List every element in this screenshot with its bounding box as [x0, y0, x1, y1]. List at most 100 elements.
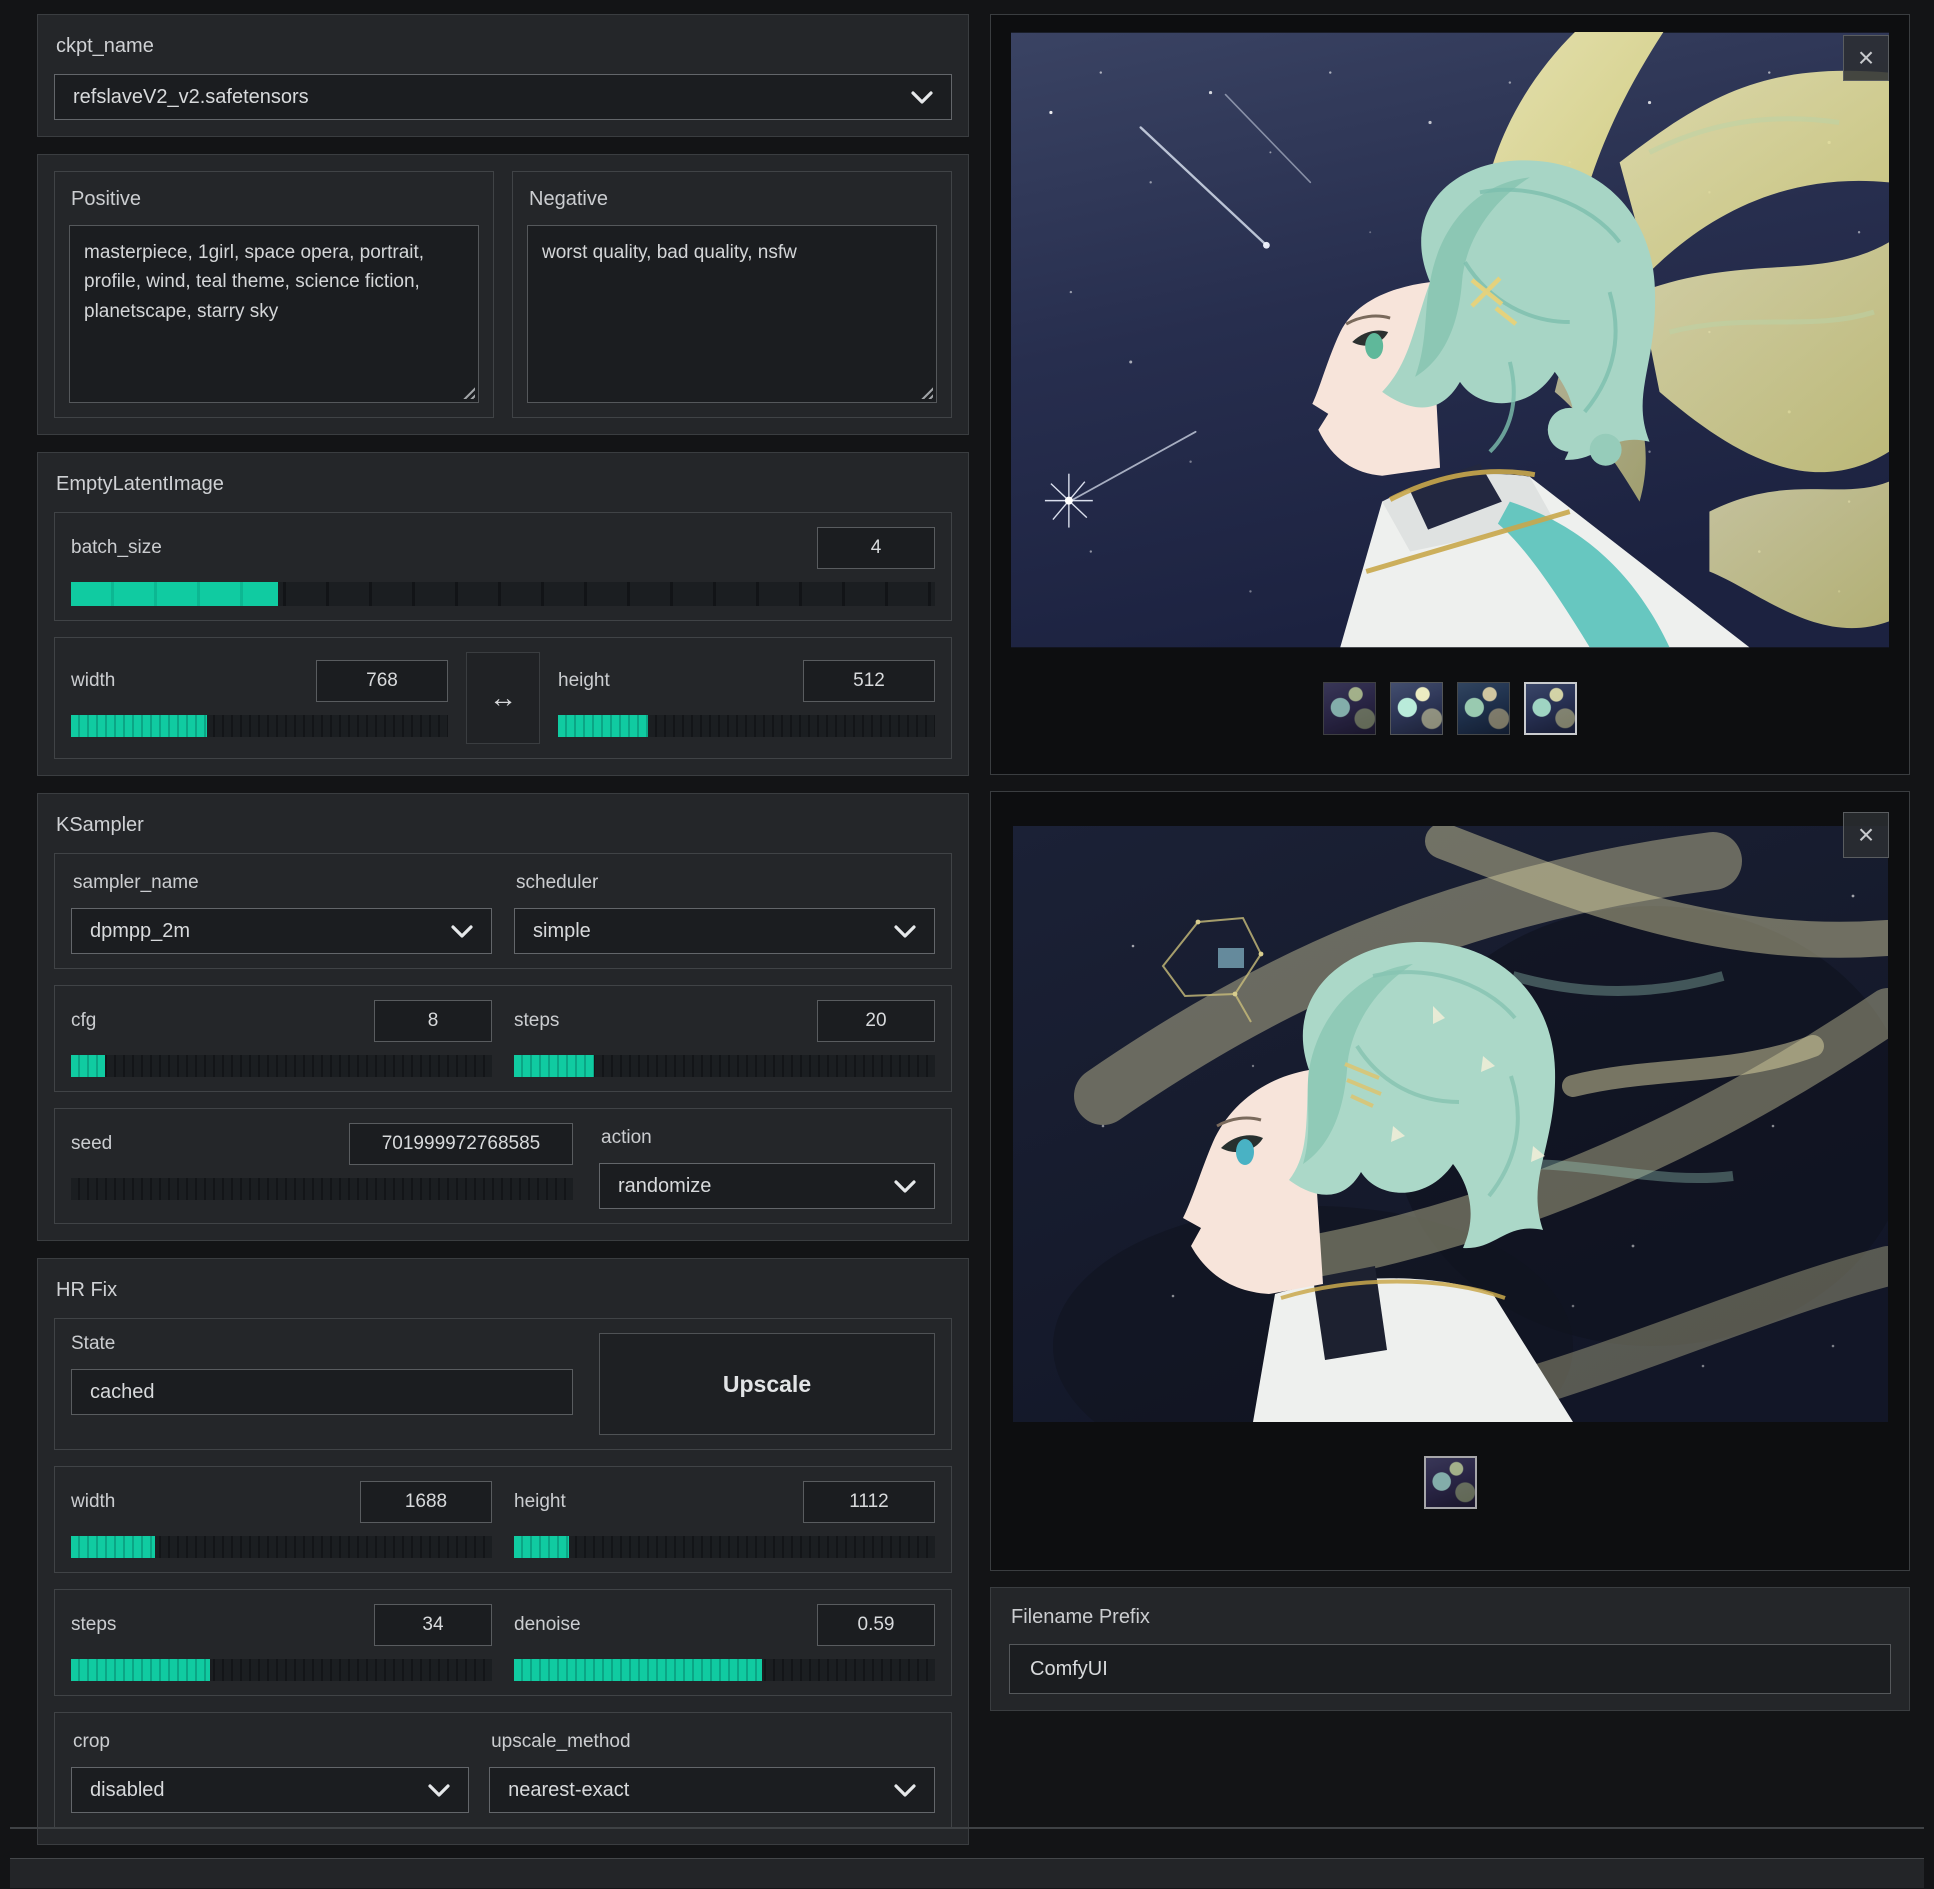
width-input[interactable]: 768: [316, 660, 448, 702]
slider-fill: [558, 715, 648, 737]
preview-image-starry-girl[interactable]: [1011, 32, 1889, 648]
batch-size-slider[interactable]: [71, 582, 935, 606]
hr-height-label: height: [514, 1491, 566, 1513]
section-title: EmptyLatentImage: [56, 473, 952, 496]
upscale-thumbnail-1-selected[interactable]: [1424, 1456, 1477, 1509]
sampler-name-select[interactable]: dpmpp_2m: [71, 908, 492, 954]
scheduler-select[interactable]: simple: [514, 908, 935, 954]
steps-input[interactable]: 20: [817, 1000, 935, 1042]
cfg-input[interactable]: 8: [374, 1000, 492, 1042]
state-label: State: [71, 1333, 115, 1354]
hr-steps-cell: steps 34: [71, 1604, 492, 1681]
filename-prefix-section: Filename Prefix ComfyUI: [990, 1587, 1910, 1711]
hr-width-cell: width 1688: [71, 1481, 492, 1558]
chevron-down-icon: [894, 925, 916, 938]
hr-steps-slider[interactable]: [71, 1659, 492, 1681]
sampler-col: sampler_name dpmpp_2m: [71, 868, 492, 954]
section-title: HR Fix: [56, 1279, 952, 1302]
preview-image-upscaled-girl[interactable]: [1013, 826, 1888, 1422]
cfg-steps-group: cfg 8 steps 20: [54, 985, 952, 1092]
height-input[interactable]: 512: [803, 660, 935, 702]
width-cell: width 768: [71, 660, 448, 737]
batch-thumbnail-4-selected[interactable]: [1524, 682, 1577, 735]
seed-slider[interactable]: [71, 1178, 573, 1200]
seed-action-group: seed 701999972768585 action randomize: [54, 1108, 952, 1224]
denoise-cell: denoise 0.59: [514, 1604, 935, 1681]
slider-fill: [514, 1659, 762, 1681]
positive-prompt-input[interactable]: masterpiece, 1girl, space opera, portrai…: [69, 225, 479, 403]
batch-thumbnail-2[interactable]: [1390, 682, 1443, 735]
steps-cell: steps 20: [514, 1000, 935, 1077]
dimensions-group: width 768 ↔ height 512: [54, 637, 952, 759]
denoise-slider[interactable]: [514, 1659, 935, 1681]
chevron-down-icon: [451, 925, 473, 938]
action-cell: action randomize: [599, 1123, 935, 1209]
filename-prefix-label: Filename Prefix: [1011, 1606, 1891, 1629]
denoise-label: denoise: [514, 1614, 581, 1636]
chevron-down-icon: [911, 91, 933, 104]
swap-dimensions-button[interactable]: ↔: [466, 652, 540, 744]
batch-thumbnail-3[interactable]: [1457, 682, 1510, 735]
hr-height-cell: height 1112: [514, 1481, 935, 1558]
scheduler-col: scheduler simple: [514, 868, 935, 954]
close-preview-button[interactable]: ×: [1843, 812, 1889, 858]
cfg-cell: cfg 8: [71, 1000, 492, 1077]
comfyui-simple-ui: ckpt_name refslaveV2_v2.safetensors Posi…: [0, 0, 1934, 1889]
hr-steps-label: steps: [71, 1614, 116, 1636]
section-title: KSampler: [56, 814, 952, 837]
sampler-name-value: dpmpp_2m: [90, 920, 190, 943]
crop-upscale-method-group: crop disabled upscale_method nearest-exa…: [54, 1712, 952, 1828]
slider-fill: [71, 582, 278, 606]
hr-width-slider[interactable]: [71, 1536, 492, 1558]
swap-arrows-icon: ↔: [489, 682, 517, 714]
slider-fill: [71, 1055, 105, 1077]
hr-fix-section: HR Fix State cached Upscale width 1688: [37, 1258, 969, 1845]
seed-label: seed: [71, 1133, 112, 1155]
chevron-down-icon: [894, 1784, 916, 1797]
hr-dimensions-group: width 1688 height 1112: [54, 1466, 952, 1573]
sampler-name-label: sampler_name: [73, 872, 492, 894]
batch-size-label: batch_size: [71, 537, 162, 559]
hr-height-slider[interactable]: [514, 1536, 935, 1558]
close-preview-button[interactable]: ×: [1843, 35, 1889, 81]
denoise-input[interactable]: 0.59: [817, 1604, 935, 1646]
hr-steps-input[interactable]: 34: [374, 1604, 492, 1646]
action-select[interactable]: randomize: [599, 1163, 935, 1209]
cfg-slider[interactable]: [71, 1055, 492, 1077]
seed-input[interactable]: 701999972768585: [349, 1123, 573, 1165]
positive-prompt-box: Positive masterpiece, 1girl, space opera…: [54, 171, 494, 418]
chevron-down-icon: [894, 1180, 916, 1193]
ckpt-name-select[interactable]: refslaveV2_v2.safetensors: [54, 74, 952, 120]
chevron-down-icon: [428, 1784, 450, 1797]
prompts-section: Positive masterpiece, 1girl, space opera…: [37, 154, 969, 435]
slider-fill: [514, 1536, 569, 1558]
upscale-method-cell: upscale_method nearest-exact: [489, 1727, 935, 1813]
steps-slider[interactable]: [514, 1055, 935, 1077]
empty-latent-image-section: EmptyLatentImage batch_size 4 width 768: [37, 452, 969, 776]
thumbnail-strip: [991, 1456, 1909, 1509]
height-slider[interactable]: [558, 715, 935, 737]
hr-width-input[interactable]: 1688: [360, 1481, 492, 1523]
slider-fill: [71, 1536, 155, 1558]
slider-fill: [514, 1055, 594, 1077]
filename-prefix-input[interactable]: ComfyUI: [1009, 1644, 1891, 1694]
ckpt-name-value: refslaveV2_v2.safetensors: [73, 86, 309, 109]
upscale-method-select[interactable]: nearest-exact: [489, 1767, 935, 1813]
positive-label: Positive: [71, 188, 479, 211]
negative-prompt-input[interactable]: worst quality, bad quality, nsfw: [527, 225, 937, 403]
batch-size-input[interactable]: 4: [817, 527, 935, 569]
crop-label: crop: [73, 1731, 469, 1753]
hr-steps-denoise-group: steps 34 denoise 0.59: [54, 1589, 952, 1696]
thumbnail-strip: [991, 682, 1909, 735]
batch-thumbnail-1[interactable]: [1323, 682, 1376, 735]
gallery-column: ×: [990, 14, 1910, 1711]
width-slider[interactable]: [71, 715, 448, 737]
width-label: width: [71, 670, 115, 692]
crop-select[interactable]: disabled: [71, 1767, 469, 1813]
upscale-button[interactable]: Upscale: [599, 1333, 935, 1435]
bottom-panel-strip: [10, 1858, 1924, 1888]
cfg-label: cfg: [71, 1010, 96, 1032]
hr-height-input[interactable]: 1112: [803, 1481, 935, 1523]
negative-label: Negative: [529, 188, 937, 211]
bottom-separator: [10, 1827, 1924, 1829]
